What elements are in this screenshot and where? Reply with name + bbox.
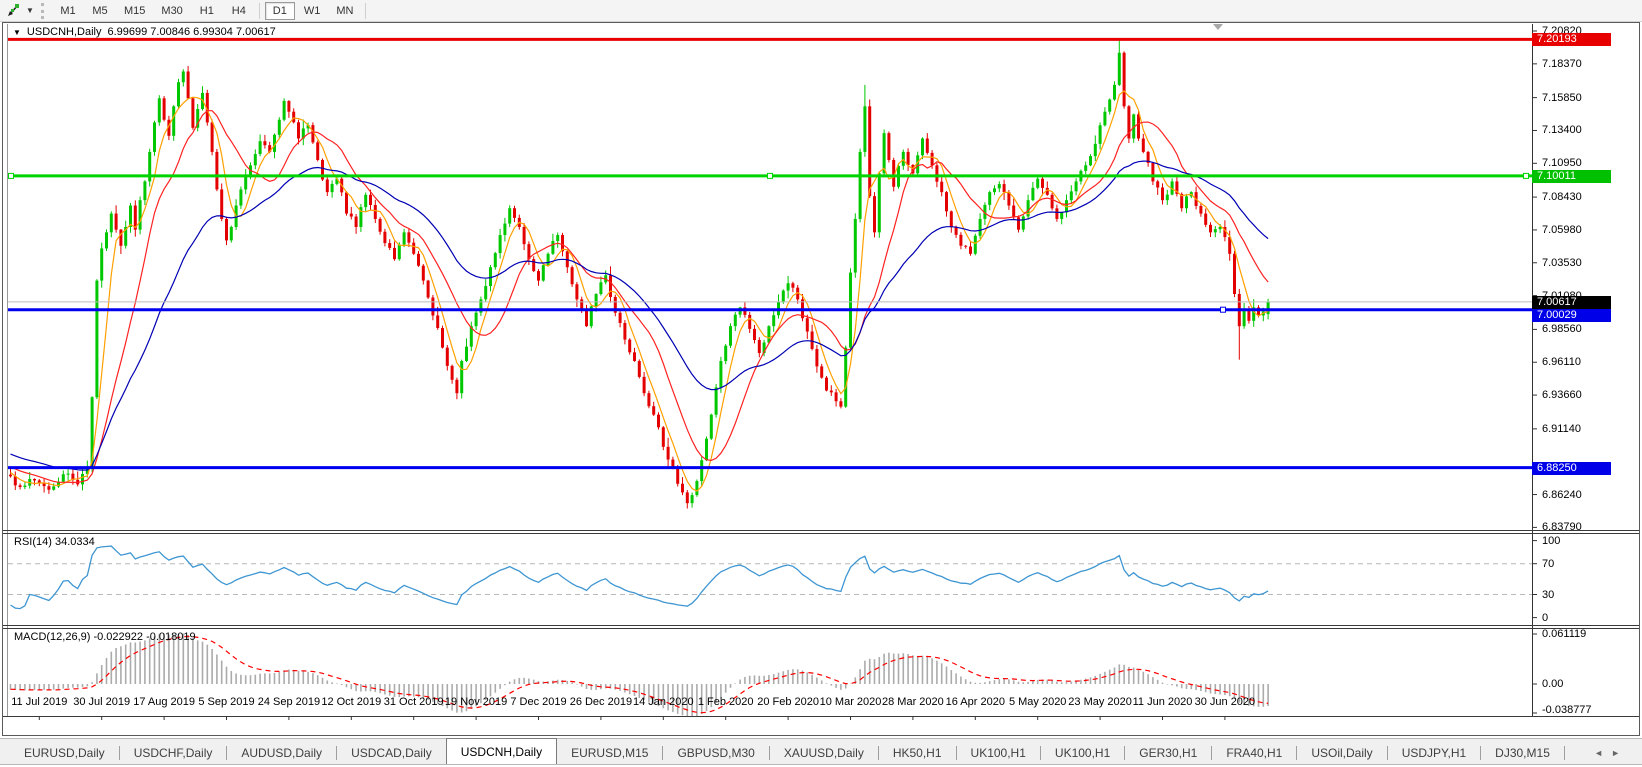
timeframe-button-m15[interactable]: M15 [117,2,152,20]
chart-tab-usdcnh-daily[interactable]: USDCNH,Daily [446,738,557,764]
timeframe-button-m30[interactable]: M30 [154,2,189,20]
tab-scroll-right-icon[interactable]: ► [1611,748,1628,758]
chart-tab-uk100-h1[interactable]: UK100,H1 [1041,741,1124,764]
chart-tab-fra40-h1[interactable]: FRA40,H1 [1212,741,1296,764]
chart-tab-usdjpy-h1[interactable]: USDJPY,H1 [1388,741,1480,764]
timeframe-button-w1[interactable]: W1 [297,2,328,20]
chart-tab-eurusd-m15[interactable]: EURUSD,M15 [557,741,662,764]
chart-tab-xauusd-daily[interactable]: XAUUSD,Daily [770,741,878,764]
timeframe-button-h1[interactable]: H1 [192,2,222,20]
chart-tab-gbpusd-m30[interactable]: GBPUSD,M30 [663,741,768,764]
toolbar-grip-handle[interactable] [41,3,46,19]
chart-tab-hk50-h1[interactable]: HK50,H1 [879,741,956,764]
top-toolbar: ▼ M1M5M15M30H1H4 D1W1MN [0,0,1642,22]
tab-separator [1564,746,1565,760]
timeframe-button-mn[interactable]: MN [329,2,360,20]
chart-tab-usdchf-daily[interactable]: USDCHF,Daily [120,741,227,764]
chart-tabs-bar: EURUSD,DailyUSDCHF,DailyAUDUSD,DailyUSDC… [0,738,1642,765]
chart-tab-dj30-m15[interactable]: DJ30,M15 [1481,741,1564,764]
chart-title: ▼ USDCNH,Daily 6.99699 7.00846 6.99304 7… [13,26,276,38]
timeframe-button-m1[interactable]: M1 [53,2,83,20]
timeframe-button-m5[interactable]: M5 [85,2,115,20]
chart-tab-usoil-daily[interactable]: USOil,Daily [1297,741,1386,764]
chart-tab-usdcad-daily[interactable]: USDCAD,Daily [337,741,446,764]
toolbar-separator [259,3,260,19]
timeframe-button-d1[interactable]: D1 [265,2,295,20]
chart-window[interactable]: ▼ USDCNH,Daily 6.99699 7.00846 6.99304 7… [2,22,1640,736]
chart-tab-audusd-daily[interactable]: AUDUSD,Daily [227,741,336,764]
chart-ohlc-values: 6.99699 7.00846 6.99304 7.00617 [107,26,275,38]
collapse-chart-icon[interactable]: ▼ [13,28,21,37]
chart-tab-ger30-h1[interactable]: GER30,H1 [1125,741,1211,764]
chart-symbol-period: USDCNH,Daily [27,26,102,38]
chart-tab-eurusd-daily[interactable]: EURUSD,Daily [10,741,119,764]
timeframe-button-h4[interactable]: H4 [224,2,254,20]
chevron-down-icon[interactable]: ▼ [23,6,37,15]
tab-scroll-left-icon[interactable]: ◄ [1594,748,1611,758]
draw-arrow-icon[interactable] [3,2,23,20]
chart-tab-uk100-h1[interactable]: UK100,H1 [957,741,1040,764]
toolbar-separator [365,3,366,19]
